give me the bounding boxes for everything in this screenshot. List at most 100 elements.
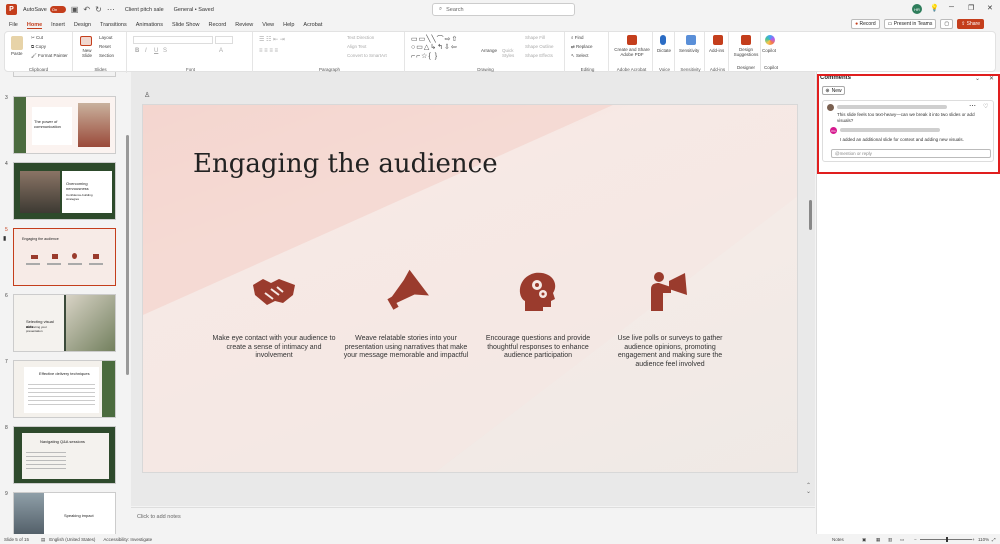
replace-button[interactable]: ⇄ Replace (571, 44, 593, 50)
slide-thumbnail[interactable]: Navigating Q&A sessions (13, 426, 116, 484)
minimize-icon[interactable]: ─ (949, 4, 954, 11)
tab-transitions[interactable]: Transitions (100, 22, 127, 28)
zoom-out-icon[interactable]: − (914, 537, 917, 542)
present-in-teams-button[interactable]: ▭ Present in Teams (883, 19, 937, 29)
strikethrough-icon[interactable]: S (163, 48, 167, 54)
save-icon[interactable]: ▣ (71, 5, 79, 14)
quick-styles-button[interactable]: Quick Styles (502, 48, 518, 58)
more-icon[interactable]: ⋯ (107, 5, 115, 14)
slide-title[interactable]: Engaging the audience (193, 149, 498, 179)
language[interactable]: English (United States) (49, 537, 95, 542)
italic-icon[interactable]: I (145, 48, 147, 54)
underline-icon[interactable]: U (154, 48, 158, 54)
reading-view-icon[interactable]: ▥ (888, 537, 892, 543)
shape-effects-button[interactable]: Shape Effects (525, 53, 553, 58)
slide-editor[interactable]: Engaging the audience Make eye contact w… (142, 104, 798, 473)
zoom-slider-thumb[interactable] (946, 537, 948, 542)
bold-icon[interactable]: B (135, 48, 139, 54)
record-button[interactable]: ● Record (851, 19, 880, 29)
layout-button[interactable]: Layout (99, 35, 113, 40)
addins-button[interactable]: Add-ins (709, 48, 724, 53)
sensitivity-button[interactable]: Sensitivity (679, 48, 699, 53)
fit-slide-icon[interactable]: ⤢ (992, 537, 996, 542)
feature-text[interactable]: Weave relatable stories into your presen… (341, 335, 471, 361)
cut-button[interactable]: ✂ Cut (31, 35, 43, 41)
text-direction-button[interactable]: Text Direction (347, 35, 374, 40)
tab-slide-show[interactable]: Slide Show (172, 22, 200, 28)
copy-button[interactable]: ⧉ Copy (31, 44, 46, 49)
accessibility-status[interactable]: Accessibility: Investigate (103, 537, 152, 542)
slide-thumbnail[interactable]: The power of communication (13, 96, 116, 154)
tab-acrobat[interactable]: Acrobat (303, 22, 322, 28)
slideshow-icon[interactable]: ▭ (900, 537, 904, 543)
reset-button[interactable]: Reset (99, 44, 111, 49)
comments-toggle-button[interactable]: ▢ (940, 19, 954, 29)
bullets-icon[interactable]: ☰ ☷ ⇤ ⇥ (259, 36, 285, 43)
tab-review[interactable]: Review (235, 22, 253, 28)
font-size-box[interactable] (215, 36, 233, 44)
document-name[interactable]: Client pitch sale (125, 7, 164, 13)
convert-smartart-button[interactable]: Convert to SmartArt (347, 53, 387, 58)
addins-icon[interactable] (713, 35, 723, 45)
tab-animations[interactable]: Animations (136, 22, 163, 28)
slide-thumbnail[interactable]: Selecting visual aids Enhancing your pre… (13, 294, 116, 352)
slide-sorter-icon[interactable]: ▦ (876, 537, 880, 543)
pdf-icon[interactable] (627, 35, 637, 45)
close-icon[interactable]: ✕ (987, 4, 993, 12)
slide-thumbnail[interactable]: Speaking impact (13, 492, 116, 534)
arrange-button[interactable]: Arrange (481, 48, 497, 53)
tab-record[interactable]: Record (209, 22, 227, 28)
tab-design[interactable]: Design (74, 22, 91, 28)
feature-text[interactable]: Encourage questions and provide thoughtf… (473, 335, 603, 361)
slide-scrollbar[interactable] (809, 200, 812, 230)
accessibility-pane-icon[interactable]: ♙ (144, 91, 150, 99)
zoom-in-icon[interactable]: + (972, 537, 975, 542)
shapes-gallery-row3-icon[interactable]: ⌐⌐☆{ } (411, 52, 438, 60)
design-suggestions-button[interactable]: Design Suggestions (732, 47, 760, 57)
autosave-toggle[interactable]: On (49, 6, 66, 13)
copilot-icon[interactable] (765, 35, 775, 45)
paste-button[interactable]: Paste (11, 51, 23, 56)
shapes-gallery-row2-icon[interactable]: ○▭△↳↰⇩⇦ (411, 43, 458, 51)
designer-icon[interactable] (741, 35, 751, 45)
normal-view-icon[interactable]: ▣ (862, 537, 866, 543)
shape-fill-button[interactable]: Shape Fill (525, 35, 545, 40)
tab-help[interactable]: Help (283, 22, 294, 28)
feature-text[interactable]: Use live polls or surveys to gather audi… (605, 335, 735, 369)
tab-file[interactable]: File (9, 22, 18, 28)
share-button[interactable]: ⇪ Share (957, 19, 984, 29)
undo-icon[interactable]: ↶ (83, 5, 90, 14)
slide-thumbnail-selected[interactable]: Engaging the audience (13, 228, 116, 286)
microphone-icon[interactable] (660, 35, 666, 45)
notes-toggle[interactable]: Notes (832, 537, 844, 542)
zoom-level[interactable]: 110% (978, 537, 989, 542)
comment-marker-icon[interactable]: ▮ (3, 235, 6, 242)
format-painter-button[interactable]: 🖌 Format Painter (31, 53, 68, 59)
slide-thumbnail[interactable]: Effective delivery techniques (13, 360, 116, 418)
slide-thumbnails-pane[interactable]: 3 The power of communication 4 Overcomin… (0, 72, 130, 534)
tab-home[interactable]: Home (26, 22, 43, 29)
notes-pane[interactable]: Click to add notes (131, 507, 815, 535)
search-box[interactable]: ⌕ Search (432, 3, 575, 16)
lightbulb-icon[interactable]: 💡 (930, 4, 939, 12)
section-button[interactable]: Section (99, 53, 114, 58)
tab-view[interactable]: View (262, 22, 274, 28)
sensitivity-icon[interactable] (686, 35, 696, 45)
redo-icon[interactable]: ↻ (95, 5, 102, 14)
new-slide-icon[interactable] (80, 36, 92, 46)
feature-text[interactable]: Make eye contact with your audience to c… (209, 335, 339, 361)
slide-nav-arrows-icon[interactable]: ⌃ ⌄ (806, 483, 811, 495)
dictate-button[interactable]: Dictate (657, 48, 671, 53)
font-color-icon[interactable]: A (219, 48, 223, 54)
user-avatar[interactable]: HR (912, 4, 922, 14)
copilot-button[interactable]: Copilot (762, 48, 776, 53)
find-button[interactable]: ⌕ Find (571, 35, 584, 40)
shape-outline-button[interactable]: Shape Outline (525, 44, 554, 49)
sensitivity-status[interactable]: General • Saved (174, 7, 214, 13)
restore-icon[interactable]: ❐ (968, 4, 974, 12)
select-button[interactable]: ↖ Select (571, 53, 589, 59)
tab-insert[interactable]: Insert (51, 22, 65, 28)
font-name-box[interactable] (133, 36, 213, 44)
spelling-icon[interactable]: ▤ (41, 537, 45, 543)
align-text-button[interactable]: Align Text (347, 44, 366, 49)
